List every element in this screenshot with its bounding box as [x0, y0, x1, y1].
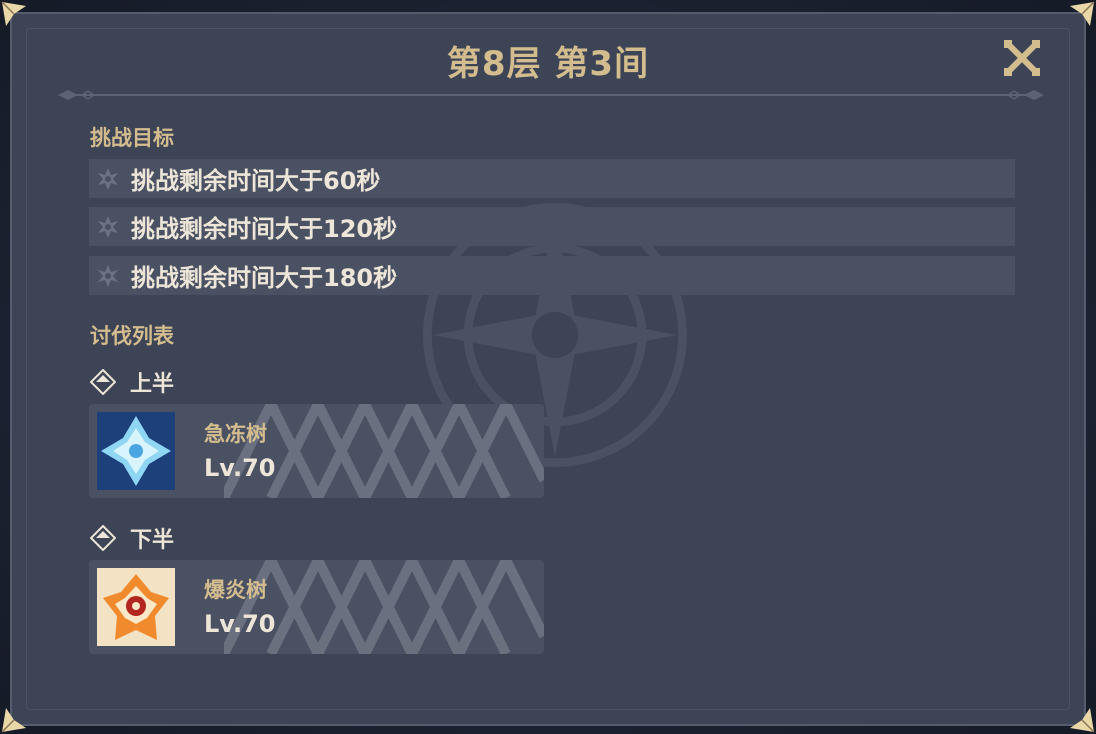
- goal-row: 挑战剩余时间大于60秒: [89, 159, 1015, 198]
- diamond-icon: [90, 525, 116, 551]
- star-icon: [98, 215, 118, 238]
- corner-ornament-icon: [1, 1, 26, 26]
- enemy-card[interactable]: 急冻树 Lv.70: [89, 404, 544, 498]
- diamond-icon: [90, 369, 116, 395]
- first-half-label: 上半: [90, 366, 174, 398]
- close-icon[interactable]: [1002, 38, 1042, 78]
- second-half-label: 下半: [90, 522, 174, 554]
- page-title: 第8层 第3间: [446, 44, 650, 84]
- enemy-name: 急冻树: [204, 422, 267, 446]
- corner-ornament-icon: [1070, 708, 1095, 733]
- pyro-regisvine-icon: [97, 568, 175, 646]
- star-icon: [98, 264, 118, 287]
- goal-text: 挑战剩余时间大于120秒: [131, 215, 398, 243]
- goal-row: 挑战剩余时间大于180秒: [89, 256, 1015, 295]
- star-icon: [98, 167, 118, 190]
- title-divider: [58, 90, 1044, 100]
- enemy-level: Lv.70: [204, 610, 276, 638]
- enemy-card[interactable]: 爆炎树 Lv.70: [89, 560, 544, 654]
- card-pattern: [224, 560, 544, 654]
- goal-text: 挑战剩余时间大于60秒: [131, 167, 381, 195]
- corner-ornament-icon: [1070, 1, 1095, 26]
- enemy-name: 爆炎树: [204, 578, 267, 602]
- enemy-level: Lv.70: [204, 454, 276, 482]
- second-half-text: 下半: [130, 528, 175, 553]
- goal-row: 挑战剩余时间大于120秒: [89, 207, 1015, 246]
- first-half-text: 上半: [130, 372, 175, 397]
- corner-ornament-icon: [1, 708, 26, 733]
- goal-text: 挑战剩余时间大于180秒: [131, 264, 398, 292]
- cryo-regisvine-icon: [97, 412, 175, 490]
- card-pattern: [224, 404, 544, 498]
- goals-heading: 挑战目标: [90, 126, 174, 150]
- enemy-list-heading: 讨伐列表: [90, 324, 174, 348]
